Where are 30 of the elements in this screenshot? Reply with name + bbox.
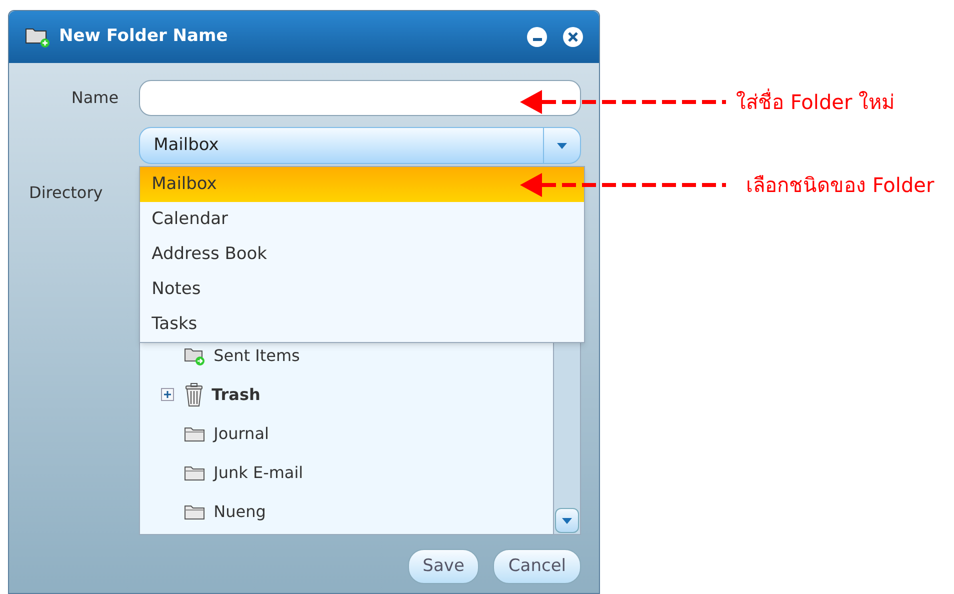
annotation-text: เลือกชนิดของ Folder — [746, 172, 934, 199]
folder-icon — [184, 502, 206, 520]
close-button[interactable] — [563, 27, 583, 47]
directory-dropdown[interactable]: Mailbox — [138, 127, 581, 164]
dropdown-option[interactable]: Notes — [140, 272, 584, 307]
expand-icon[interactable] — [161, 388, 174, 401]
trash-icon — [184, 382, 204, 406]
close-icon — [568, 32, 578, 42]
window-title: New Folder Name — [59, 25, 228, 48]
dialog-button[interactable]: Save — [408, 549, 480, 584]
tree-item[interactable]: Junk E-mail — [140, 453, 553, 492]
dialog-button[interactable]: Cancel — [493, 549, 581, 584]
caret-icon — [557, 142, 567, 148]
caret-icon — [562, 518, 572, 524]
dropdown-option[interactable]: Mailbox — [140, 167, 584, 202]
annotation-text: ใส่ชื่อ Folder ใหม่ — [736, 88, 895, 116]
folder-arrow-icon — [184, 346, 206, 366]
tree-item[interactable]: Journal — [140, 414, 553, 453]
scroll-down-button[interactable] — [555, 508, 579, 533]
minimize-button[interactable] — [527, 27, 547, 47]
folder-plus-icon — [25, 26, 51, 48]
tree-item[interactable]: Nueng — [140, 492, 553, 531]
dropdown-option[interactable]: Address Book — [140, 237, 584, 272]
folder-icon — [184, 464, 206, 482]
field-label: Directory — [28, 182, 104, 204]
folder-icon — [184, 424, 206, 442]
field-label: Name — [70, 87, 120, 109]
tree-item[interactable]: Trash — [140, 375, 553, 414]
name-field[interactable] — [138, 80, 581, 116]
dropdown-option[interactable]: Calendar — [140, 202, 584, 237]
